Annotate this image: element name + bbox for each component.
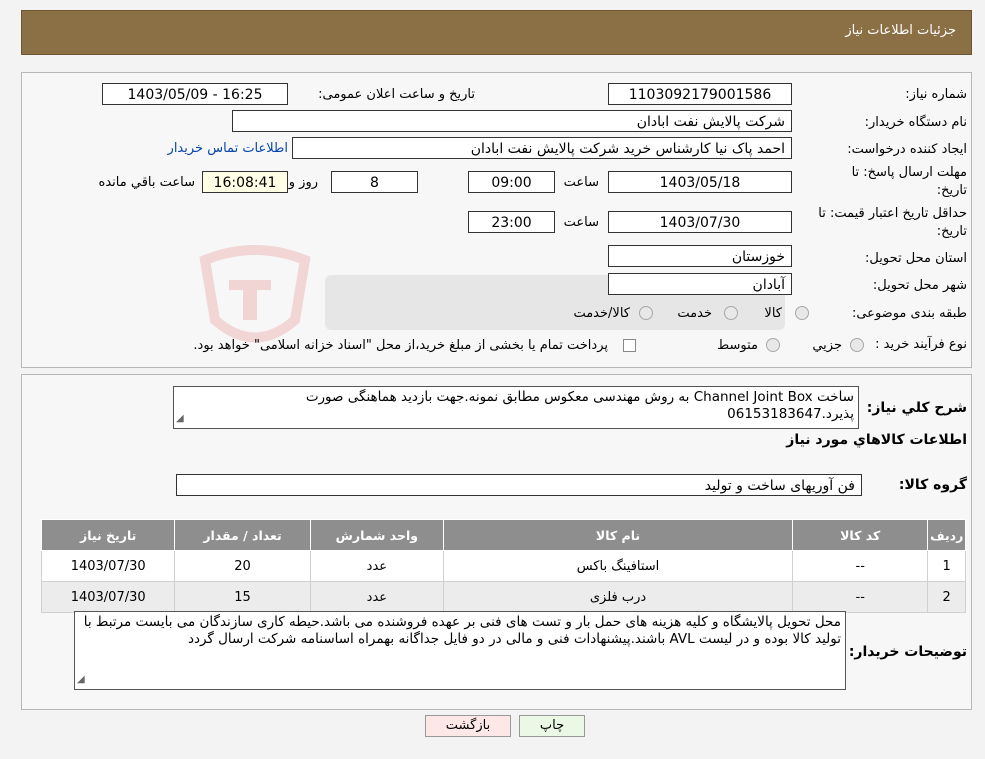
goods-group-field: فن آوریهای ساخت و تولید xyxy=(176,474,862,496)
back-button[interactable]: بازگشت xyxy=(425,715,511,737)
buyer-notes-text: محل تحویل پالایشگاه و کلیه هزینه های حمل… xyxy=(83,614,841,647)
cell-index: 1 xyxy=(927,550,966,582)
description-text: ساخت Channel Joint Box به روش مهندسی معک… xyxy=(305,389,854,422)
validity-time-label: ساعت xyxy=(563,215,599,230)
process-medium-label: متوسط xyxy=(717,338,758,353)
process-minor-label: جزيي xyxy=(812,338,842,353)
category-service-radio[interactable] xyxy=(724,306,738,320)
col-item-name: نام كالا xyxy=(442,519,794,551)
page-title: جزئیات اطلاعات نیاز xyxy=(845,23,956,38)
category-service-label: خدمت xyxy=(677,306,712,321)
category-goods-service-label: کالا/خدمت xyxy=(573,306,630,321)
buyer-org-label: نام دستگاه خریدار: xyxy=(864,115,967,130)
cell-date: 1403/07/30 xyxy=(40,581,176,613)
deadline-date-field: 1403/05/18 xyxy=(608,171,792,193)
treasury-payment-note: پرداخت تمام یا بخشی از مبلغ خرید،از محل … xyxy=(193,338,608,353)
category-label: طبقه بندی موضوعی: xyxy=(851,306,967,321)
buyer-notes-textarea: محل تحویل پالایشگاه و کلیه هزینه های حمل… xyxy=(74,611,846,690)
buyer-notes-label: توضیحات خریدار: xyxy=(848,644,967,660)
creator-field: احمد پاک نیا کارشناس خرید شرکت پالایش نف… xyxy=(292,137,792,159)
days-label: روز و xyxy=(288,175,318,190)
cell-code: -- xyxy=(792,581,929,613)
province-label: استان محل تحویل: xyxy=(865,251,967,266)
goods-section-title: اطلاعات كالاهاي مورد نياز xyxy=(786,432,967,448)
process-minor-radio[interactable] xyxy=(850,338,864,352)
validity-label-line2: تاریخ: xyxy=(936,224,967,239)
col-unit: واحد شمارش xyxy=(309,519,445,551)
announce-field: 1403/05/09 - 16:25 xyxy=(102,83,288,105)
category-goods-service-radio[interactable] xyxy=(639,306,653,320)
col-row-index: رديف xyxy=(927,519,966,551)
remaining-label: ساعت باقي مانده xyxy=(98,175,195,190)
deadline-time-field: 09:00 xyxy=(468,171,555,193)
announce-label: تاریخ و ساعت اعلان عمومی: xyxy=(318,87,475,102)
description-textarea: ساخت Channel Joint Box به روش مهندسی معک… xyxy=(173,386,859,429)
remaining-time-field: 16:08:41 xyxy=(202,171,288,193)
table-header-row: رديف كد كالا نام كالا واحد شمارش تعداد /… xyxy=(40,519,966,551)
category-goods-label: کالا xyxy=(764,306,782,321)
cell-index: 2 xyxy=(927,581,966,613)
deadline-label-line1: مهلت ارسال پاسخ: تا xyxy=(851,165,967,180)
validity-time-field: 23:00 xyxy=(468,211,555,233)
creator-label: ایجاد کننده درخواست: xyxy=(847,142,967,157)
table-row: 1 -- استافینگ باکس عدد 20 1403/07/30 xyxy=(40,550,966,582)
category-goods-radio[interactable] xyxy=(795,306,809,320)
cell-qty: 15 xyxy=(174,581,311,613)
buyer-contact-link[interactable]: اطلاعات تماس خریدار xyxy=(168,141,288,156)
province-field: خوزستان xyxy=(608,245,792,267)
col-item-code: كد كالا xyxy=(792,519,929,551)
city-label: شهر محل تحویل: xyxy=(872,278,967,293)
items-table: رديف كد كالا نام كالا واحد شمارش تعداد /… xyxy=(40,519,966,613)
cell-name: استافینگ باکس xyxy=(442,550,794,582)
deadline-time-label: ساعت xyxy=(563,175,599,190)
col-need-date: تاريخ نياز xyxy=(40,519,176,551)
resize-grip-icon[interactable]: ◢ xyxy=(176,410,184,427)
cell-name: درب فلزی xyxy=(442,581,794,613)
description-label: شرح كلي نياز: xyxy=(866,400,967,416)
col-quantity: تعداد / مقدار xyxy=(174,519,311,551)
cell-unit: عدد xyxy=(309,581,445,613)
cell-qty: 20 xyxy=(174,550,311,582)
need-number-field: 1103092179001586 xyxy=(608,83,792,105)
buyer-org-field: شرکت پالایش نفت ابادان xyxy=(232,110,792,132)
treasury-payment-checkbox[interactable] xyxy=(623,339,636,352)
resize-grip-icon[interactable]: ◢ xyxy=(77,671,85,688)
page-header: جزئیات اطلاعات نیاز xyxy=(21,10,972,55)
goods-group-label: گروه کالا: xyxy=(898,477,967,493)
need-number-label: شماره نیاز: xyxy=(905,87,967,102)
print-button[interactable]: چاپ xyxy=(519,715,585,737)
validity-label-line1: حداقل تاریخ اعتبار قیمت: تا xyxy=(818,206,967,221)
deadline-label-line2: تاریخ: xyxy=(936,183,967,198)
days-field: 8 xyxy=(331,171,418,193)
cell-unit: عدد xyxy=(309,550,445,582)
cell-code: -- xyxy=(792,550,929,582)
city-field: آبادان xyxy=(608,273,792,295)
process-medium-radio[interactable] xyxy=(766,338,780,352)
validity-date-field: 1403/07/30 xyxy=(608,211,792,233)
process-label: نوع فرآیند خرید : xyxy=(875,337,967,352)
cell-date: 1403/07/30 xyxy=(40,550,176,582)
table-row: 2 -- درب فلزی عدد 15 1403/07/30 xyxy=(40,581,966,613)
